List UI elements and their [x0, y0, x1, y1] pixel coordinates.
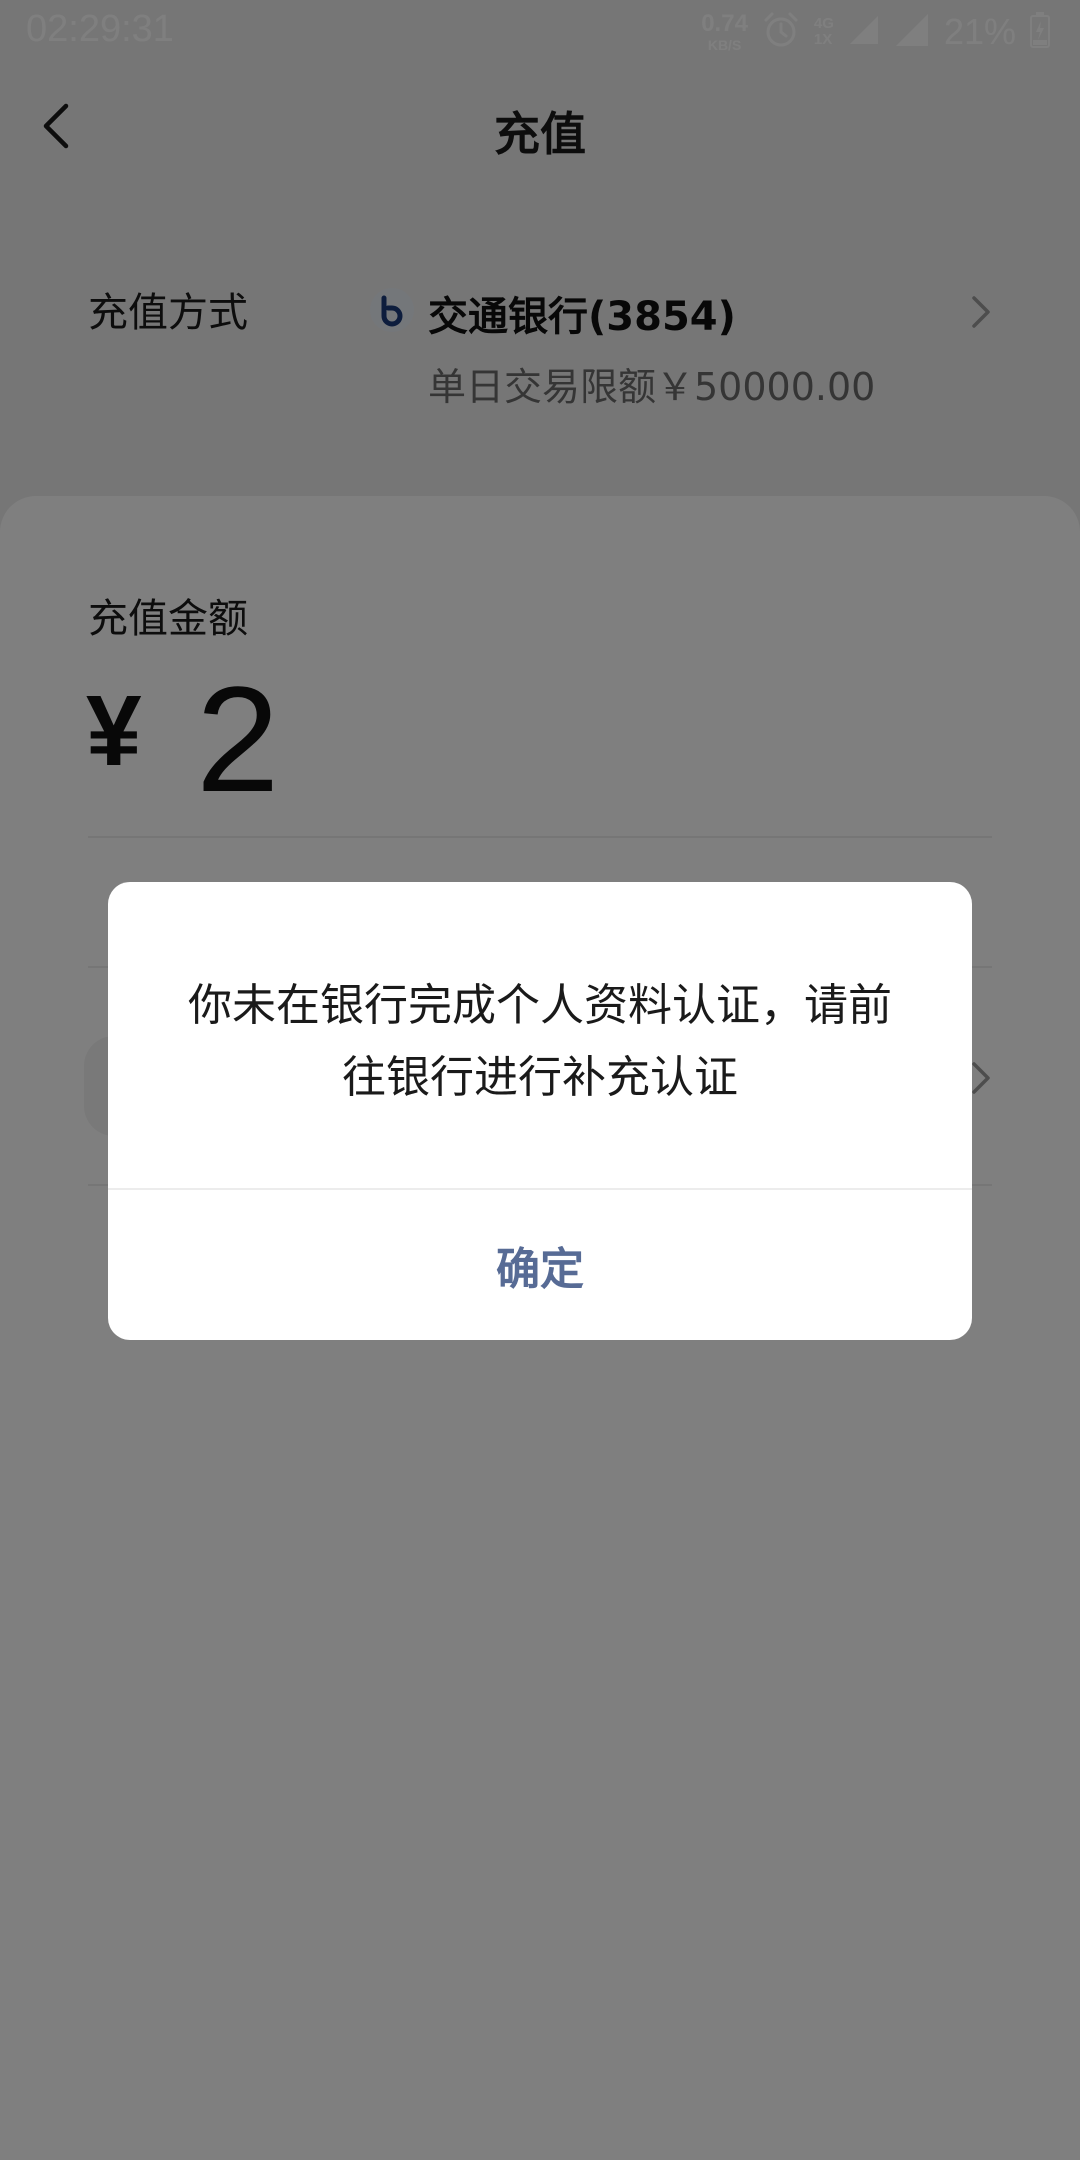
dialog-message: 你未在银行完成个人资料认证，请前往银行进行补充认证	[188, 980, 892, 1103]
confirm-button[interactable]: 确定	[108, 1190, 972, 1340]
alert-dialog: 你未在银行完成个人资料认证，请前往银行进行补充认证 确定	[108, 882, 972, 1340]
